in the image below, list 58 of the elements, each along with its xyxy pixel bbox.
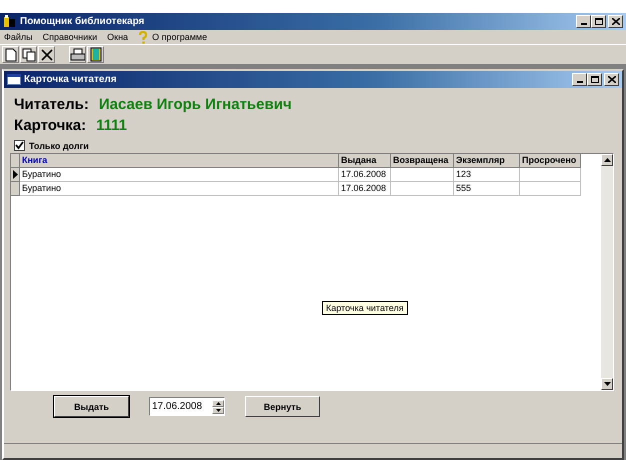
maximize-icon	[590, 76, 598, 83]
minimize-button[interactable]	[572, 73, 587, 86]
up-arrow-icon	[604, 158, 610, 162]
maximize-button[interactable]	[587, 73, 602, 86]
reader-name: Иасаев Игорь Игнатьевич	[98, 96, 292, 113]
checkbox-label: Только долги	[29, 140, 89, 150]
child-window-title: Карточка читателя	[24, 74, 117, 85]
menu-item[interactable]: Файлы	[4, 32, 33, 42]
tooltip: Карточка читателя	[322, 301, 408, 315]
scroll-down-button[interactable]	[601, 378, 613, 390]
only-debts-checkbox[interactable]	[14, 140, 25, 151]
column-header[interactable]: Возвращена	[391, 154, 454, 168]
issue-button[interactable]: Выдать	[54, 396, 129, 417]
books-icon	[3, 15, 17, 28]
scroll-up-button[interactable]	[601, 154, 613, 166]
table-cell	[391, 182, 454, 196]
date-field[interactable]: 17.06.2008	[149, 397, 225, 416]
card-label: Карточка:	[14, 117, 86, 134]
window-icon	[7, 74, 21, 85]
table-cell	[391, 168, 454, 182]
table-cell: 555	[454, 182, 520, 196]
table-cell: Буратино	[20, 182, 339, 196]
column-header[interactable]: Книга	[20, 154, 339, 168]
menu-item[interactable]: О программе	[152, 32, 208, 42]
delete-icon[interactable]	[38, 46, 55, 63]
column-header[interactable]: Экземпляр	[454, 154, 520, 168]
table-cell: Буратино	[20, 168, 339, 182]
card-number: 1111	[96, 117, 128, 134]
close-button[interactable]	[608, 15, 623, 28]
print-icon[interactable]	[69, 46, 86, 63]
table-cell: 123	[454, 168, 520, 182]
window-title: Помощник библиотекаря	[20, 16, 144, 27]
close-button[interactable]	[604, 73, 619, 86]
down-arrow-icon	[604, 382, 610, 386]
close-icon	[608, 76, 616, 83]
vertical-scrollbar[interactable]	[601, 154, 613, 390]
down-arrow-icon	[216, 408, 220, 412]
up-arrow-icon	[216, 402, 220, 404]
new-document-icon[interactable]	[2, 46, 19, 63]
close-icon	[612, 18, 620, 25]
reader-label: Читатель:	[14, 96, 89, 113]
menu-item[interactable]: Окна	[107, 32, 128, 42]
minimize-button[interactable]	[576, 15, 591, 28]
menu-item[interactable]: Справочники	[42, 32, 98, 42]
copy-icon[interactable]	[20, 46, 37, 63]
maximize-button[interactable]	[591, 15, 606, 28]
column-header[interactable]: Просрочено	[520, 154, 581, 168]
spin-up-button[interactable]	[212, 400, 224, 406]
table-cell: 17.06.2008	[339, 168, 391, 182]
current-row-icon	[12, 170, 18, 179]
row-indicator[interactable]	[11, 168, 20, 182]
door-exit-icon[interactable]	[87, 46, 104, 63]
table-cell	[520, 168, 581, 182]
table-cell: 17.06.2008	[339, 182, 391, 196]
maximize-icon	[594, 18, 602, 25]
return-button[interactable]: Вернуть	[245, 396, 320, 417]
table-cell	[520, 182, 581, 196]
column-header[interactable]: Выдана	[339, 154, 391, 168]
